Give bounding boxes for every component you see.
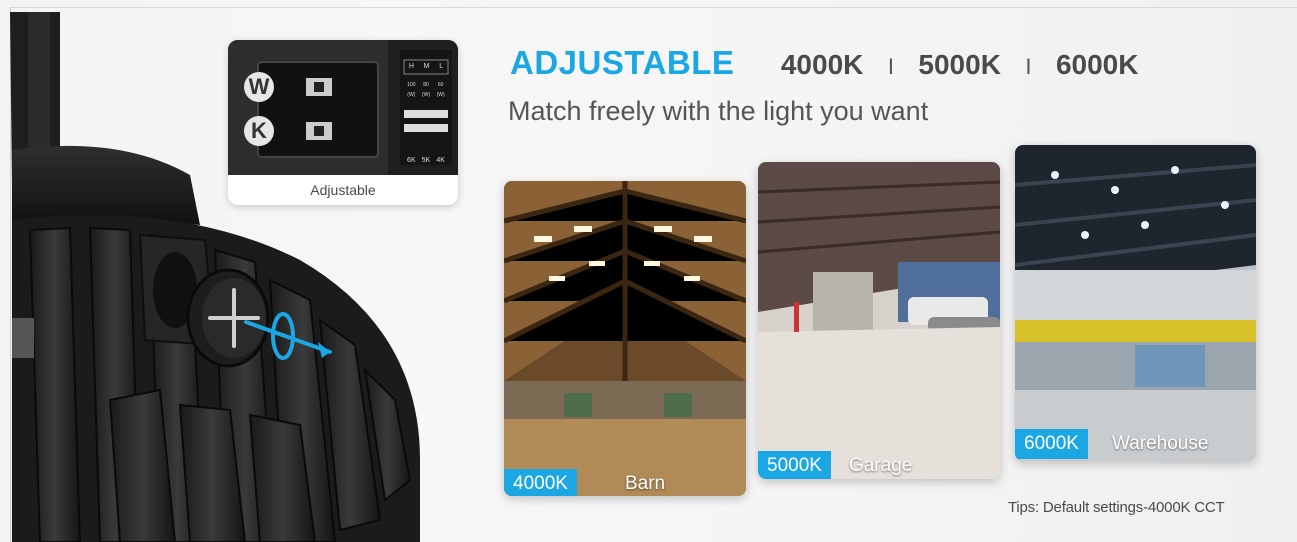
scene-place-label: Garage xyxy=(848,455,913,476)
scene-card-warehouse: 6000K Warehouse xyxy=(1015,145,1256,461)
inset-caption: Adjustable xyxy=(310,182,376,198)
table-watt-h: 100 (W) xyxy=(407,82,416,98)
scene-cct-badge: 6000K xyxy=(1015,429,1088,459)
table-cct-5k: 5K xyxy=(421,157,431,164)
scene-place-label: Barn xyxy=(624,473,666,494)
barn-photo xyxy=(504,181,746,496)
table-watt-l: 60 (W) xyxy=(436,82,445,98)
scene-cct-badge: 4000K xyxy=(504,469,577,496)
scene-tag-warehouse: 6000K Warehouse xyxy=(1015,429,1208,459)
switch-letter-k: K xyxy=(244,116,274,146)
headline-cct-5000k: 5000K xyxy=(918,49,1001,80)
headline-cct-4000k: 4000K xyxy=(780,49,864,80)
table-watt-m: 80 (W) xyxy=(421,82,431,98)
scene-tag-garage: 5000K Garage xyxy=(758,451,912,479)
switch-table: H M L 100 (W) 80 (W) 60 (W) 6K 5K 4K xyxy=(404,62,448,166)
scene-place-label: Warehouse xyxy=(1111,433,1209,454)
scene-card-garage: 5000K Garage xyxy=(758,162,1000,479)
scene-card-barn: 4000K Barn xyxy=(504,181,746,496)
table-cct-4k: 4K xyxy=(436,157,445,164)
headline-cct-6000k: 6000K xyxy=(1055,49,1139,80)
headline-subtitle: Match freely with the light you want xyxy=(508,96,929,126)
table-header-h: H xyxy=(408,63,414,70)
table-cct-6k: 6K xyxy=(407,157,416,164)
headline-adjustable: ADJUSTABLE xyxy=(510,44,735,81)
switch-letter-w: W xyxy=(244,72,274,102)
scene-tag-barn: 4000K Barn xyxy=(504,469,665,496)
default-settings-tip: Tips: Default settings-4000K CCT xyxy=(1008,499,1225,516)
headline-separator: I xyxy=(887,54,894,79)
garage-photo xyxy=(758,162,1000,479)
switch-detail-card: W K H M L 100 (W) 80 (W) 60 (W) 6K 5K 4K… xyxy=(228,40,458,205)
banner: W K H M L 100 (W) 80 (W) 60 (W) 6K 5K 4K… xyxy=(0,0,1297,542)
table-header-l: L xyxy=(439,63,444,70)
warehouse-photo xyxy=(1015,145,1256,461)
headline-separator: I xyxy=(1025,54,1032,79)
scene-cct-badge: 5000K xyxy=(758,451,831,479)
table-header-m: M xyxy=(423,63,430,70)
headline: ADJUSTABLE 4000K I 5000K I 6000K xyxy=(510,44,1138,88)
